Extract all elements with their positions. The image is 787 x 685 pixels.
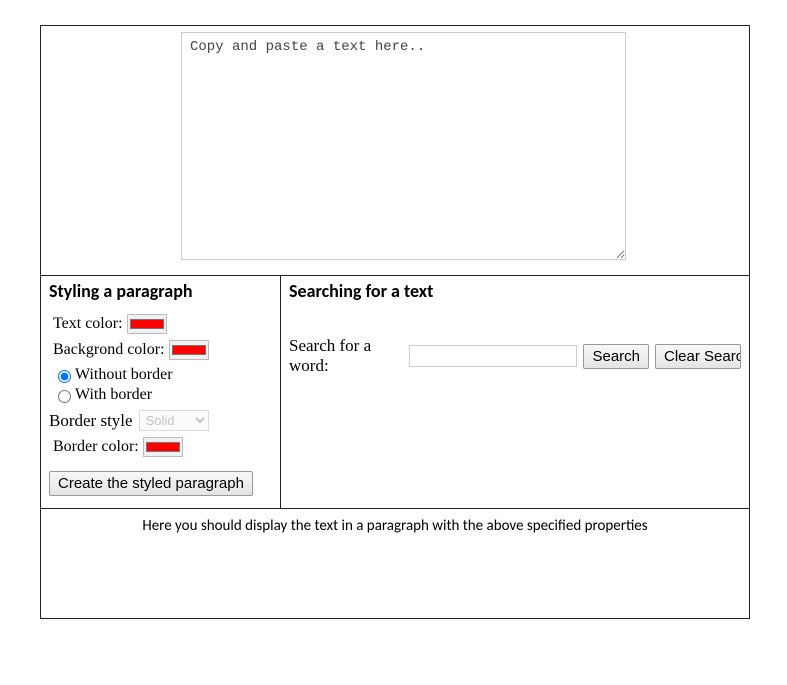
create-button-row: Create the styled paragraph bbox=[49, 471, 272, 496]
search-button[interactable]: Search bbox=[583, 344, 649, 369]
text-color-input[interactable] bbox=[127, 314, 167, 334]
background-color-row: Backgrond color: bbox=[53, 340, 272, 360]
search-row: Search for a word: Search Clear Search bbox=[289, 336, 741, 376]
main-textarea[interactable] bbox=[181, 32, 626, 260]
search-label: Search for a word: bbox=[289, 336, 403, 376]
search-input[interactable] bbox=[409, 345, 577, 367]
border-style-row: Border style Solid bbox=[49, 410, 272, 431]
output-panel: Here you should display the text in a pa… bbox=[41, 508, 749, 618]
main-container: Styling a paragraph Text color: Backgron… bbox=[40, 25, 750, 619]
border-color-label: Border color: bbox=[53, 438, 139, 456]
styling-heading: Styling a paragraph bbox=[49, 280, 272, 302]
background-color-label: Backgrond color: bbox=[53, 341, 165, 359]
radio-with-border-label: With border bbox=[75, 386, 152, 404]
background-color-input[interactable] bbox=[169, 340, 209, 360]
text-color-label: Text color: bbox=[53, 315, 123, 333]
border-style-select[interactable]: Solid bbox=[139, 410, 209, 431]
border-color-row: Border color: bbox=[53, 437, 272, 457]
radio-with-border-row: With border bbox=[53, 386, 272, 404]
controls-row: Styling a paragraph Text color: Backgron… bbox=[41, 276, 749, 508]
searching-heading: Searching for a text bbox=[289, 280, 741, 302]
searching-panel: Searching for a text Search for a word: … bbox=[281, 276, 749, 508]
radio-without-border-row: Without border bbox=[53, 366, 272, 384]
text-color-row: Text color: bbox=[53, 314, 272, 334]
create-paragraph-button[interactable]: Create the styled paragraph bbox=[49, 471, 253, 496]
clear-search-button[interactable]: Clear Search bbox=[655, 344, 741, 369]
border-style-label: Border style bbox=[49, 411, 133, 431]
styling-panel: Styling a paragraph Text color: Backgron… bbox=[41, 276, 281, 508]
radio-without-border[interactable] bbox=[58, 370, 71, 383]
output-placeholder-message: Here you should display the text in a pa… bbox=[51, 517, 739, 535]
radio-with-border[interactable] bbox=[58, 390, 71, 403]
input-panel bbox=[41, 26, 749, 276]
radio-without-border-label: Without border bbox=[75, 366, 173, 384]
border-color-input[interactable] bbox=[143, 437, 183, 457]
